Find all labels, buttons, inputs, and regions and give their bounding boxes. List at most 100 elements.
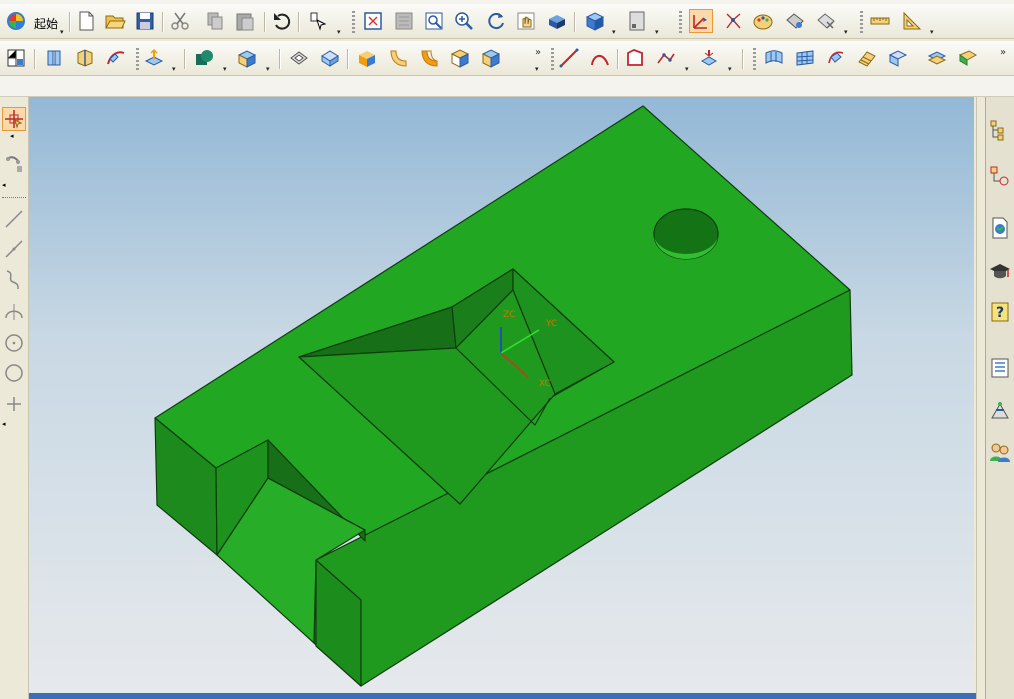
- chevron-down-icon[interactable]: ▾: [612, 28, 616, 36]
- toolbar-grip[interactable]: [679, 11, 682, 33]
- toolbar-grip[interactable]: [352, 11, 355, 33]
- chevron-down-icon[interactable]: ▾: [60, 28, 64, 36]
- chevron-down-icon[interactable]: ▾: [655, 28, 659, 36]
- zc-label: ZC: [503, 310, 515, 320]
- open-folder-icon[interactable]: [103, 9, 127, 33]
- arc-tool-icon[interactable]: [2, 299, 26, 323]
- point-plus-icon[interactable]: [2, 392, 26, 416]
- layout-icon[interactable]: [625, 9, 649, 33]
- toolbar-separator: [69, 12, 71, 32]
- extrude-icon[interactable]: [42, 46, 66, 70]
- history-icon[interactable]: [987, 355, 1013, 381]
- cut-icon[interactable]: [168, 9, 192, 33]
- bounded-plane-icon[interactable]: [886, 46, 910, 70]
- surface-through-curves-icon[interactable]: [762, 46, 786, 70]
- chevron-down-icon[interactable]: ▾: [266, 65, 270, 73]
- datum-plane-icon[interactable]: [142, 46, 166, 70]
- projection-icon[interactable]: [697, 46, 721, 70]
- chevron-down-icon[interactable]: ▾: [930, 28, 934, 36]
- chevron-down-icon[interactable]: ▾: [728, 65, 732, 73]
- fit-view-icon[interactable]: [361, 9, 385, 33]
- nx-logo-icon[interactable]: [4, 9, 28, 33]
- chevron-down-icon[interactable]: ▾: [337, 28, 341, 36]
- bottom-status-strip: [29, 693, 976, 699]
- circle-icon[interactable]: [2, 361, 26, 385]
- sweep-icon[interactable]: [104, 46, 128, 70]
- palette-icon[interactable]: [751, 9, 775, 33]
- point-icon[interactable]: [654, 46, 678, 70]
- fillet-curve-icon[interactable]: [623, 46, 647, 70]
- measure-angle-icon[interactable]: [900, 9, 924, 33]
- view-cube-icon[interactable]: [583, 9, 607, 33]
- toolbar-grip[interactable]: [860, 11, 863, 33]
- part-model[interactable]: ZC YC XC: [29, 97, 974, 693]
- chevron-down-icon[interactable]: ▾: [172, 65, 176, 73]
- offset-face-icon[interactable]: [479, 46, 503, 70]
- boolean-unite-icon[interactable]: [192, 46, 216, 70]
- selection-filter-icon[interactable]: [306, 9, 330, 33]
- web-browser-icon[interactable]: [987, 215, 1013, 241]
- rotate-icon[interactable]: [484, 9, 508, 33]
- system-materials-icon[interactable]: [987, 397, 1013, 423]
- sketch-layout-icon[interactable]: [4, 46, 28, 70]
- ruled-surface-icon[interactable]: [855, 46, 879, 70]
- wcs-origin-icon[interactable]: [721, 9, 745, 33]
- block-icon[interactable]: [287, 46, 311, 70]
- chevron-down-icon[interactable]: ▾: [685, 65, 689, 73]
- draft-icon[interactable]: [448, 46, 472, 70]
- swept-surface-icon[interactable]: [824, 46, 848, 70]
- circle-center-icon[interactable]: [2, 331, 26, 355]
- line-segment-icon[interactable]: [2, 237, 26, 261]
- zoom-in-icon[interactable]: [452, 9, 476, 33]
- sphere-icon[interactable]: [318, 46, 342, 70]
- toolbar-grip[interactable]: [753, 48, 756, 70]
- svg-text:?: ?: [996, 305, 1004, 321]
- wcs-orient-icon[interactable]: [689, 9, 713, 33]
- save-icon[interactable]: [133, 9, 157, 33]
- copy-icon[interactable]: [203, 9, 227, 33]
- chevron-down-icon[interactable]: ◂: [10, 132, 14, 140]
- chamfer-icon[interactable]: [386, 46, 410, 70]
- edge-blend-icon[interactable]: [355, 46, 379, 70]
- chevron-down-icon[interactable]: ▾: [844, 28, 848, 36]
- arc-icon[interactable]: [588, 46, 612, 70]
- shell-icon[interactable]: [417, 46, 441, 70]
- zoom-window-icon[interactable]: [392, 9, 416, 33]
- point-selector-icon[interactable]: [2, 107, 26, 131]
- shaded-view-icon[interactable]: [545, 9, 569, 33]
- snap-settings-icon[interactable]: [2, 152, 26, 176]
- paste-icon[interactable]: [233, 9, 257, 33]
- toolbar-overflow-icon[interactable]: »: [1000, 47, 1006, 58]
- assembly-navigator-icon[interactable]: [987, 117, 1013, 143]
- toolbar-grip[interactable]: [136, 48, 139, 70]
- graphics-window[interactable]: ZC YC XC: [29, 97, 974, 693]
- display-edit-icon[interactable]: [783, 9, 807, 33]
- toolbar-overflow-icon[interactable]: »: [535, 47, 541, 58]
- start-menu-button[interactable]: 起始: [34, 15, 58, 32]
- part-navigator-icon[interactable]: [987, 163, 1013, 189]
- toolbar-separator: [347, 49, 349, 69]
- offset-surface-icon[interactable]: [925, 46, 949, 70]
- spline-icon[interactable]: [2, 267, 26, 291]
- hide-show-icon[interactable]: [814, 9, 838, 33]
- help-icon[interactable]: ?: [987, 299, 1013, 325]
- measure-distance-icon[interactable]: [868, 9, 892, 33]
- yc-label: YC: [545, 319, 557, 329]
- mesh-surface-icon[interactable]: [793, 46, 817, 70]
- line-icon[interactable]: [557, 46, 581, 70]
- revolve-icon[interactable]: [73, 46, 97, 70]
- zoom-box-icon[interactable]: [422, 9, 446, 33]
- new-file-icon[interactable]: [74, 9, 98, 33]
- blend-icon[interactable]: [235, 46, 259, 70]
- chevron-down-icon[interactable]: ◂: [2, 181, 6, 189]
- chevron-down-icon[interactable]: ◂: [2, 420, 6, 428]
- chevron-down-icon[interactable]: ▾: [535, 65, 539, 73]
- trim-sheet-icon[interactable]: [956, 46, 980, 70]
- toolbar-grip[interactable]: [551, 48, 554, 70]
- pan-icon[interactable]: [514, 9, 538, 33]
- training-icon[interactable]: [987, 259, 1013, 285]
- undo-icon[interactable]: [270, 9, 294, 33]
- line-tool-icon[interactable]: [2, 207, 26, 231]
- chevron-down-icon[interactable]: ▾: [223, 65, 227, 73]
- roles-icon[interactable]: [987, 439, 1013, 465]
